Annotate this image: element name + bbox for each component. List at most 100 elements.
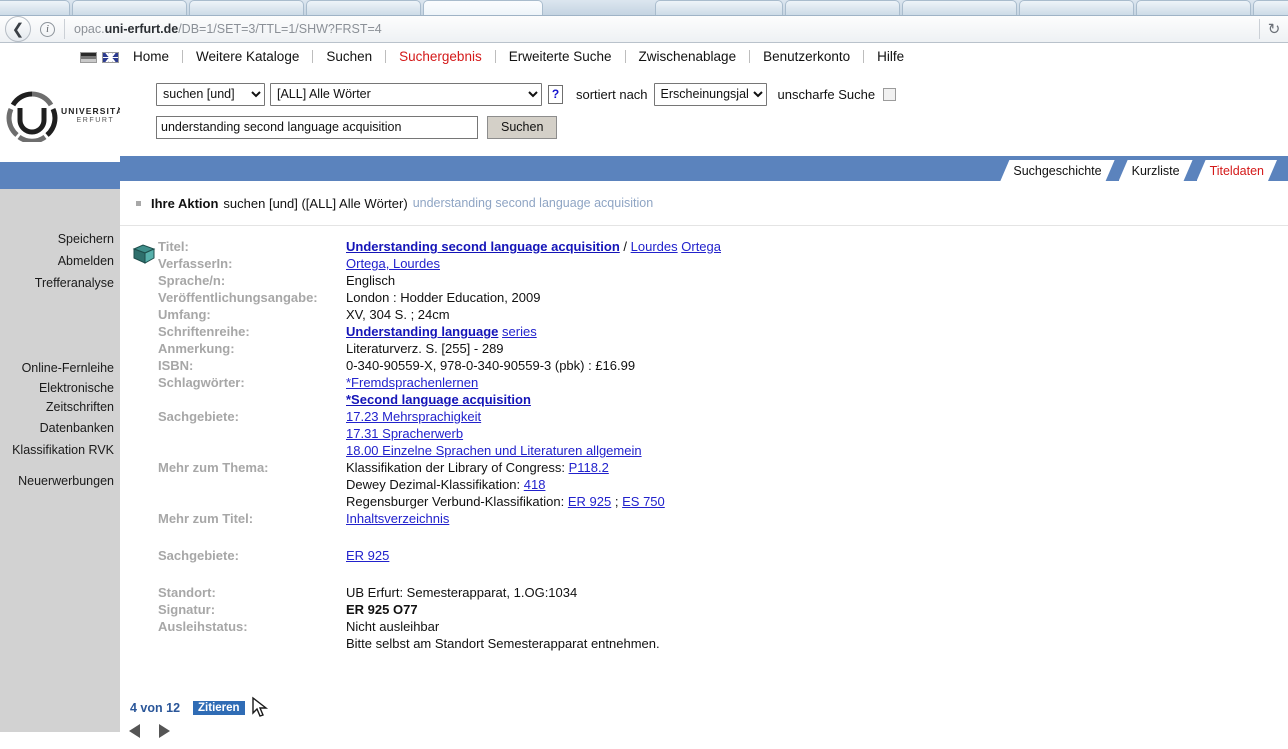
search-field-select[interactable]: [ALL] Alle Wörter	[270, 82, 542, 106]
browser-tab[interactable]	[1136, 0, 1251, 15]
sidebar-nav: Speichern Abmelden Trefferanalyse Online…	[0, 189, 120, 732]
university-logo[interactable]: UNIVERSITÄT ERFURT	[0, 70, 129, 162]
field-label: Sachgebiete:	[158, 409, 239, 424]
cite-button[interactable]: Zitieren	[193, 696, 269, 717]
field-value: ER 925 O77	[346, 602, 418, 617]
sidebar-item-datenbanken[interactable]: Datenbanken	[0, 417, 120, 439]
tab-kurzliste[interactable]: Kurzliste	[1119, 160, 1193, 181]
toc-link[interactable]: Inhaltsverzeichnis	[346, 511, 449, 526]
sidebar-item-zeitschriften[interactable]: Zeitschriften	[0, 398, 120, 417]
sachgebiet-local-link[interactable]: ER 925	[346, 548, 389, 563]
sachgebiet-row: 18.00 Einzelne Sprachen und Literaturen …	[346, 442, 642, 459]
ddc-link[interactable]: 418	[524, 477, 546, 492]
lcc-link[interactable]: P118.2	[569, 460, 609, 475]
arrow-left-icon[interactable]	[129, 724, 140, 738]
help-button[interactable]: ?	[548, 84, 563, 104]
title-link[interactable]: Understanding second language acquisitio…	[346, 239, 620, 254]
field-umfang: Umfang: XV, 304 S. ; 24cm	[158, 306, 1268, 323]
verfasser-link[interactable]: Ortega, Lourdes	[346, 256, 440, 271]
main-column: Home Weitere Kataloge Suchen Suchergebni…	[80, 44, 1288, 738]
tab-suchgeschichte[interactable]: Suchgeschichte	[1000, 160, 1114, 181]
sachgebiet-row: 17.23 Mehrsprachigkeit	[346, 408, 642, 425]
info-icon[interactable]: i	[40, 21, 55, 37]
arrow-right-icon[interactable]	[159, 724, 170, 738]
record-fields: Titel: Understanding second language acq…	[158, 238, 1268, 652]
browser-tab[interactable]	[1019, 0, 1134, 15]
browser-tab[interactable]	[189, 0, 304, 15]
field-spacer	[158, 564, 1268, 584]
series-suffix-link[interactable]: series	[502, 324, 537, 339]
nav-item-zwischenablage[interactable]: Zwischenablage	[626, 49, 750, 64]
sidebar-item-online-fernleihe[interactable]: Online-Fernleihe	[0, 357, 120, 379]
ddc-label: Dewey Dezimal-Klassifikation:	[346, 477, 521, 492]
sidebar-item-trefferanalyse[interactable]: Trefferanalyse	[0, 272, 120, 294]
fuzzy-search-checkbox[interactable]	[883, 87, 897, 101]
sachgebiet-link-1[interactable]: 17.23 Mehrsprachigkeit	[346, 409, 481, 424]
browser-tab[interactable]	[72, 0, 187, 15]
url-text[interactable]: opac.uni-erfurt.de/DB=1/SET=3/TTL=1/SHW?…	[74, 22, 382, 36]
field-spacer	[158, 527, 1268, 547]
rvk-link-2[interactable]: ES 750	[622, 494, 665, 509]
reload-icon[interactable]: ↻	[1260, 20, 1288, 38]
record-detail: Titel: Understanding second language acq…	[120, 225, 1288, 691]
browser-tab[interactable]	[306, 0, 421, 15]
field-label: Sachgebiete:	[158, 548, 239, 563]
pager-bottom-row	[120, 724, 1288, 738]
sidebar-item-speichern[interactable]: Speichern	[0, 228, 120, 250]
author-lastname-link[interactable]: Ortega	[681, 239, 721, 254]
sidebar-item-abmelden[interactable]: Abmelden	[0, 250, 120, 272]
nav-item-benutzerkonto[interactable]: Benutzerkonto	[750, 49, 863, 64]
nav-item-suchergebnis[interactable]: Suchergebnis	[386, 49, 495, 64]
sachgebiet-link-2[interactable]: 17.31 Spracherwerb	[346, 426, 463, 441]
book-icon	[132, 244, 156, 264]
schlagwort-link-1[interactable]: *Fremdsprachenlernen	[346, 375, 478, 390]
flag-uk-icon[interactable]	[102, 51, 119, 63]
mouse-cursor-icon	[250, 696, 272, 718]
sidebar-item-elektronische[interactable]: Elektronische	[0, 379, 120, 398]
browser-tab[interactable]	[785, 0, 900, 15]
schlagwort-link-2[interactable]: *Second language acquisition	[346, 392, 531, 407]
browser-tab[interactable]	[0, 0, 70, 15]
author-firstname-link[interactable]: Lourdes	[631, 239, 678, 254]
field-label: Schriftenreihe:	[158, 324, 250, 339]
sort-select[interactable]: Erscheinungsjahr	[653, 82, 767, 106]
nav-item-erweiterte-suche[interactable]: Erweiterte Suche	[496, 49, 625, 64]
search-submit-button[interactable]: Suchen	[487, 115, 558, 139]
series-link[interactable]: Understanding language	[346, 324, 498, 339]
language-flags	[40, 44, 120, 70]
tab-titeldaten[interactable]: Titeldaten	[1197, 160, 1277, 181]
sidebar-item-neuerwerbungen[interactable]: Neuerwerbungen	[0, 470, 120, 492]
field-verfasser: VerfasserIn: Ortega, Lourdes	[158, 255, 1268, 272]
nav-item-home[interactable]: Home	[120, 49, 182, 64]
field-isbn: ISBN: 0-340-90559-X, 978-0-340-90559-3 (…	[158, 357, 1268, 374]
sachgebiet-link-3[interactable]: 18.00 Einzelne Sprachen und Literaturen …	[346, 443, 642, 458]
field-value: Nicht ausleihbar Bitte selbst am Standor…	[346, 618, 660, 652]
back-arrow-icon[interactable]: ❮	[5, 16, 31, 42]
classification-row-lcc: Klassifikation der Library of Congress: …	[346, 459, 665, 476]
rvk-link-1[interactable]: ER 925	[568, 494, 611, 509]
field-anmerkung: Anmerkung: Literaturverz. S. [255] - 289	[158, 340, 1268, 357]
flag-de-icon[interactable]	[80, 51, 97, 63]
browser-tab-active[interactable]	[423, 0, 543, 15]
sidebar-item-klassifikation-rvk[interactable]: Klassifikation RVK	[0, 439, 120, 461]
search-operator-select[interactable]: suchen [und]	[156, 82, 265, 106]
nav-item-suchen[interactable]: Suchen	[313, 49, 385, 64]
field-value: Ortega, Lourdes	[346, 255, 440, 272]
field-value: 0-340-90559-X, 978-0-340-90559-3 (pbk) :…	[346, 358, 636, 373]
field-label: Veröffentlichungsangabe:	[158, 290, 318, 305]
sidebar-blue-strip	[0, 162, 120, 189]
browser-tab[interactable]	[655, 0, 783, 15]
result-tabs: Suchgeschichte Kurzliste Titeldaten	[996, 160, 1277, 181]
fuzzy-search-label: unscharfe Suche	[777, 86, 876, 102]
result-position-label: 4 von 12	[130, 701, 181, 715]
nav-item-weitere-kataloge[interactable]: Weitere Kataloge	[183, 49, 312, 64]
search-form: suchen [und] [ALL] Alle Wörter ? sortier…	[120, 70, 1288, 146]
browser-tab[interactable]	[1253, 0, 1288, 15]
title-separator: /	[623, 239, 628, 254]
search-input[interactable]	[156, 115, 478, 139]
browser-tab[interactable]	[902, 0, 1017, 15]
field-label: Mehr zum Thema:	[158, 460, 269, 475]
ausleihstatus-line-1: Nicht ausleihbar	[346, 619, 440, 634]
nav-item-hilfe[interactable]: Hilfe	[864, 49, 917, 64]
